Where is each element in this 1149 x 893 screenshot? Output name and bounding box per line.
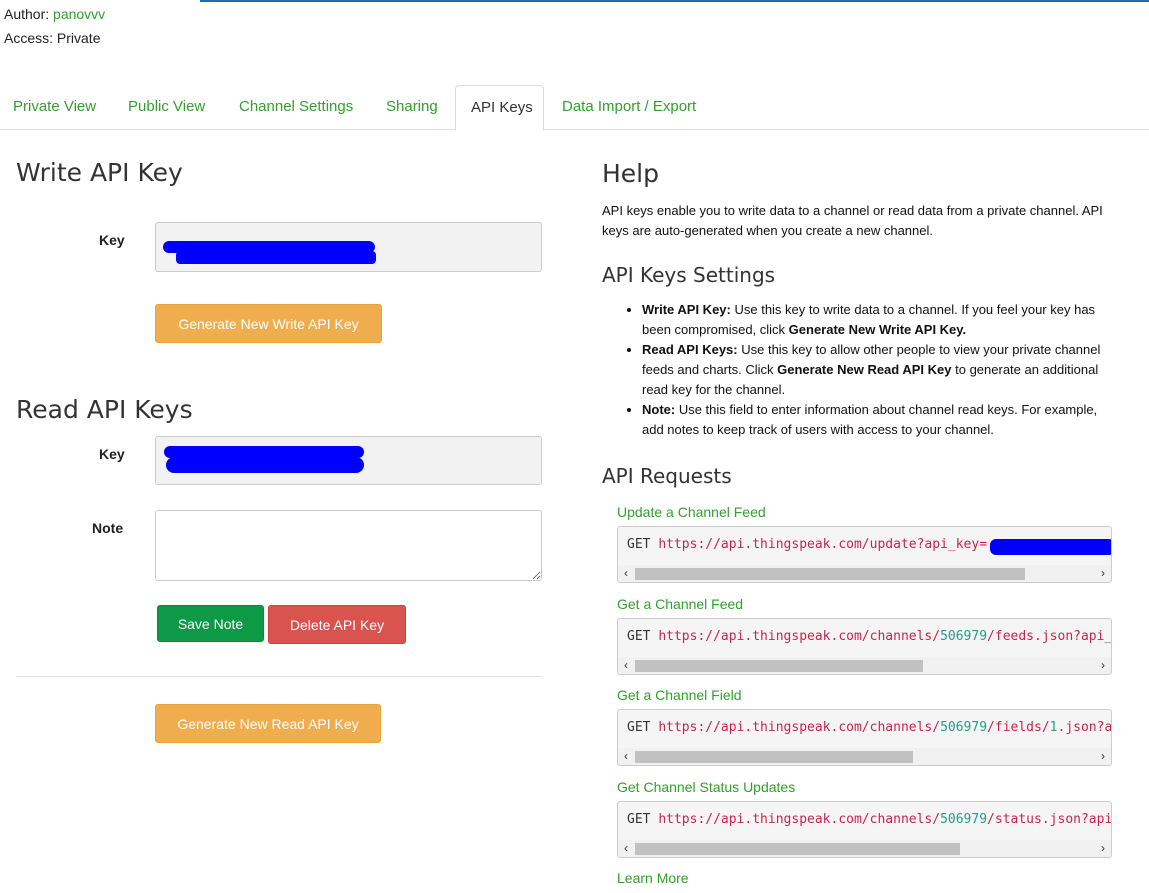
- tab-channel-settings[interactable]: Channel Settings: [226, 85, 366, 130]
- access-label: Access:: [4, 30, 54, 46]
- request-code-box: GET https://api.thingspeak.com/channels/…: [617, 801, 1112, 858]
- bullet-term: Generate New Write API Key.: [788, 322, 967, 337]
- api-keys-settings-heading: API Keys Settings: [602, 263, 776, 287]
- help-heading: Help: [602, 159, 659, 188]
- bullet-term: Generate New Read API Key: [777, 362, 952, 377]
- scrollbar-thumb[interactable]: [635, 751, 913, 763]
- channel-tabs: Private View Public View Channel Setting…: [0, 85, 1149, 131]
- tab-public-view[interactable]: Public View: [115, 85, 218, 130]
- redaction-mark: [166, 457, 364, 473]
- tab-private-view[interactable]: Private View: [0, 85, 109, 130]
- generate-read-key-button[interactable]: Generate New Read API Key: [155, 704, 381, 743]
- settings-list: Write API Key: Use this key to write dat…: [602, 300, 1122, 440]
- list-item: Note: Use this field to enter informatio…: [642, 400, 1122, 440]
- scrollbar-thumb[interactable]: [635, 568, 1025, 580]
- tab-api-keys[interactable]: API Keys: [455, 85, 544, 131]
- channel-id: 506979: [940, 629, 988, 644]
- write-key-label: Key: [99, 232, 125, 248]
- bullet-term: Note:: [642, 402, 676, 417]
- scroll-left-icon[interactable]: ‹: [618, 657, 634, 674]
- request-code-box: GET https://api.thingspeak.com/channels/…: [617, 709, 1112, 766]
- scroll-right-icon[interactable]: ›: [1095, 748, 1111, 765]
- save-note-button[interactable]: Save Note: [157, 605, 264, 642]
- bullet-term: Write API Key:: [642, 302, 731, 317]
- request-url: .json?a: [1057, 720, 1112, 735]
- author-label: Author:: [4, 6, 50, 22]
- request-title-status-updates[interactable]: Get Channel Status Updates: [617, 779, 795, 795]
- request-url: /status.json?api: [987, 812, 1112, 827]
- access-line: Access: Private: [4, 30, 100, 46]
- redaction-mark: [990, 539, 1111, 555]
- channel-id: 506979: [940, 812, 988, 827]
- read-key-field[interactable]: [155, 436, 542, 485]
- http-method: GET: [627, 537, 651, 552]
- horizontal-scrollbar[interactable]: ‹ ›: [618, 748, 1111, 765]
- scroll-right-icon[interactable]: ›: [1095, 840, 1111, 857]
- read-api-keys-heading: Read API Keys: [16, 395, 193, 424]
- scrollbar-thumb[interactable]: [635, 843, 960, 855]
- request-code: GET https://api.thingspeak.com/channels/…: [627, 720, 1112, 735]
- bullet-term: Read API Keys:: [642, 342, 738, 357]
- learn-more-link[interactable]: Learn More: [617, 870, 689, 886]
- list-item: Read API Keys: Use this key to allow oth…: [642, 340, 1122, 400]
- request-url: https://api.thingspeak.com/channels/: [658, 812, 941, 827]
- scrollbar-thumb[interactable]: [635, 660, 923, 672]
- http-method: GET: [627, 629, 651, 644]
- request-title-get-feed[interactable]: Get a Channel Feed: [617, 596, 743, 612]
- request-url: https://api.thingspeak.com/channels/: [658, 720, 941, 735]
- scroll-left-icon[interactable]: ‹: [618, 565, 634, 582]
- horizontal-scrollbar[interactable]: ‹ ›: [618, 840, 1111, 857]
- request-url: https://api.thingspeak.com/update?api_ke…: [658, 537, 988, 552]
- write-key-field[interactable]: [155, 222, 542, 272]
- scroll-right-icon[interactable]: ›: [1095, 657, 1111, 674]
- channel-id: 506979: [940, 720, 988, 735]
- scroll-right-icon[interactable]: ›: [1095, 565, 1111, 582]
- list-item: Write API Key: Use this key to write dat…: [642, 300, 1122, 340]
- author-link[interactable]: panovvv: [53, 6, 105, 22]
- request-code: GET https://api.thingspeak.com/update?ap…: [627, 537, 987, 552]
- divider: [16, 676, 542, 677]
- request-code: GET https://api.thingspeak.com/channels/…: [627, 629, 1112, 644]
- bullet-text: Use this field to enter information abou…: [642, 402, 1098, 437]
- read-key-label: Key: [99, 446, 125, 462]
- request-title-get-field[interactable]: Get a Channel Field: [617, 687, 742, 703]
- request-code: GET https://api.thingspeak.com/channels/…: [627, 812, 1112, 827]
- request-code-box: GET https://api.thingspeak.com/update?ap…: [617, 526, 1112, 583]
- help-intro: API keys enable you to write data to a c…: [602, 203, 1103, 238]
- http-method: GET: [627, 720, 651, 735]
- request-title-update-feed[interactable]: Update a Channel Feed: [617, 504, 766, 520]
- request-code-box: GET https://api.thingspeak.com/channels/…: [617, 618, 1112, 675]
- request-url: /feeds.json?api_: [987, 629, 1112, 644]
- request-url: https://api.thingspeak.com/channels/: [658, 629, 941, 644]
- scroll-left-icon[interactable]: ‹: [618, 748, 634, 765]
- access-value: Private: [56, 30, 101, 46]
- request-url: /fields/: [987, 720, 1050, 735]
- write-api-key-heading: Write API Key: [16, 158, 183, 187]
- horizontal-scrollbar[interactable]: ‹ ›: [618, 565, 1111, 582]
- generate-write-key-button[interactable]: Generate New Write API Key: [155, 304, 382, 343]
- tab-sharing[interactable]: Sharing: [373, 85, 451, 130]
- horizontal-scrollbar[interactable]: ‹ ›: [618, 657, 1111, 674]
- api-requests-heading: API Requests: [602, 464, 732, 488]
- field-number: 1: [1049, 720, 1058, 735]
- redaction-mark: [176, 251, 376, 264]
- scroll-left-icon[interactable]: ‹: [618, 840, 634, 857]
- delete-api-key-button[interactable]: Delete API Key: [268, 605, 406, 644]
- tab-data-import-export[interactable]: Data Import / Export: [549, 85, 709, 130]
- http-method: GET: [627, 812, 651, 827]
- note-textarea[interactable]: [155, 510, 542, 581]
- top-border: [200, 0, 1149, 2]
- author-line: Author: panovvv: [4, 6, 105, 22]
- note-label: Note: [92, 520, 124, 536]
